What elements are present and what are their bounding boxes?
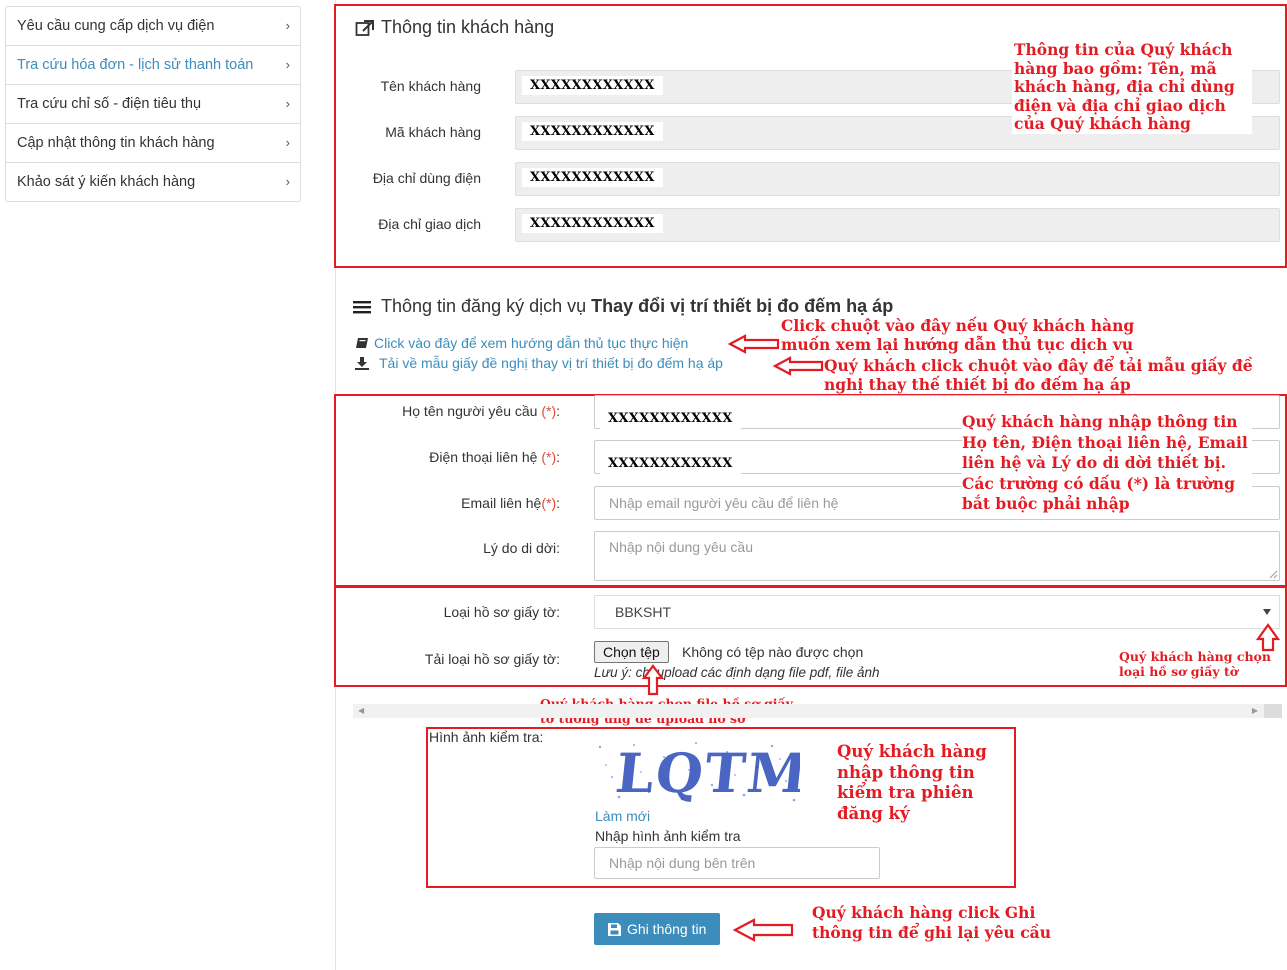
chevron-right-icon: › (285, 18, 290, 33)
captcha-image: LQTM (594, 737, 800, 806)
sidebar-item-update-info[interactable]: Cập nhật thông tin khách hàng › (6, 124, 300, 163)
transaction-address-field: XXXXXXXXXXXX (515, 208, 1280, 242)
save-annotation: Quý khách hàng click Ghi thông tin để gh… (812, 903, 1072, 943)
scrollbar-corner (1264, 704, 1282, 718)
download-icon (355, 356, 369, 370)
captcha-annotation: Quý khách hàng nhập thông tin kiểm tra p… (837, 742, 1009, 824)
customer-name-value: XXXXXXXXXXXX (522, 76, 663, 95)
sidebar-item-survey[interactable]: Khảo sát ý kiến khách hàng › (6, 163, 300, 201)
sidebar-menu: Yêu cầu cung cấp dịch vụ điện › Tra cứu h… (5, 6, 301, 202)
external-link-icon (355, 19, 374, 36)
arrow-left-icon (732, 918, 794, 942)
phone-value: XXXXXXXXXXXX (600, 446, 741, 482)
requester-name-label-text: Họ tên người yêu cầu (402, 403, 538, 419)
reason-textarea[interactable]: Nhập nội dung yêu cầu (594, 531, 1280, 581)
customer-info-header: Thông tin khách hàng (355, 17, 554, 38)
save-button[interactable]: Ghi thông tin (594, 913, 721, 945)
upload-note: Lưu ý: chỉ upload các định dạng file pdf… (594, 665, 880, 680)
document-upload-label: Tải loại hồ sơ giấy tờ: (424, 651, 560, 667)
requester-name-label: Họ tên người yêu cầu (*): (345, 403, 560, 419)
usage-address-value: XXXXXXXXXXXX (522, 168, 663, 187)
service-title-prefix: Thông tin đăng ký dịch vụ (381, 296, 587, 316)
captcha-input-label: Nhập hình ảnh kiểm tra (595, 828, 741, 844)
captcha-label: Hình ảnh kiểm tra: (429, 729, 544, 745)
sidebar-item-index-lookup[interactable]: Tra cứu chỉ số - điện tiêu thụ › (6, 85, 300, 124)
email-label: Email liên hệ(*): (345, 495, 560, 511)
horizontal-scrollbar[interactable]: ◀ ▶ (353, 704, 1282, 718)
label-colon: : (556, 449, 560, 465)
customer-code-value: XXXXXXXXXXXX (522, 122, 663, 141)
guide-link[interactable]: Click vào đây để xem hướng dẫn thủ tục t… (374, 335, 688, 351)
required-mark: (*) (541, 403, 557, 419)
sidebar-item-service-request[interactable]: Yêu cầu cung cấp dịch vụ điện › (6, 7, 300, 46)
guide-link-row: Click vào đây để xem hướng dẫn thủ tục t… (355, 335, 688, 351)
required-mark: (*) (541, 449, 557, 465)
transaction-address-value: XXXXXXXXXXXX (522, 214, 663, 233)
customer-name-label: Tên khách hàng (380, 78, 481, 94)
document-type-annotation: Quý khách hàng chọn loại hồ sơ giấy tờ (1119, 649, 1281, 679)
usage-address-label: Địa chỉ dùng điện (372, 170, 481, 186)
guide-annotation: Click chuột vào đây nếu Quý khách hàng m… (781, 316, 1181, 354)
arrow-left-icon (727, 334, 780, 354)
chevron-right-icon: › (285, 96, 290, 111)
chevron-right-icon: › (285, 57, 290, 72)
requester-name-value: XXXXXXXXXXXX (600, 401, 741, 437)
document-type-label: Loại hồ sơ giấy tờ: (443, 604, 560, 620)
choose-file-button[interactable]: Chọn tệp (594, 641, 669, 663)
floppy-disk-icon (608, 922, 621, 936)
service-title: Thông tin đăng ký dịch vụ Thay đổi vị tr… (381, 296, 893, 317)
sidebar-item-label: Khảo sát ý kiến khách hàng (17, 174, 196, 190)
document-type-select[interactable]: BBKSHT (594, 595, 1280, 629)
captcha-code: LQTM (612, 741, 800, 805)
sidebar-item-label: Cập nhật thông tin khách hàng (17, 135, 215, 151)
service-title-bold: Thay đổi vị trí thiết bị đo đếm hạ áp (591, 296, 894, 316)
phone-label: Điện thoại liên hệ (*): (345, 449, 560, 465)
required-mark: (*) (541, 495, 557, 511)
requester-form-annotation: Quý khách hàng nhập thông tin Họ tên, Đi… (962, 412, 1252, 515)
label-colon: : (556, 403, 560, 419)
sidebar-item-label: Tra cứu chỉ số - điện tiêu thụ (17, 96, 202, 112)
reason-label: Lý do di dời: (483, 540, 560, 556)
scroll-right-icon[interactable]: ▶ (1252, 706, 1258, 715)
book-icon (356, 338, 368, 348)
download-annotation: Quý khách click chuột vào đây để tải mẫu… (824, 356, 1264, 394)
sidebar-item-label: Tra cứu hóa đơn - lịch sử thanh toán (17, 57, 254, 73)
chevron-right-icon: › (285, 174, 290, 189)
no-file-text: Không có tệp nào được chọn (682, 644, 864, 660)
captcha-input[interactable]: Nhập nội dung bên trên (594, 847, 880, 879)
customer-info-annotation: Thông tin của Quý khách hàng bao gồm: Tê… (1012, 40, 1252, 134)
document-type-value: BBKSHT (615, 604, 672, 620)
service-header: Thông tin đăng ký dịch vụ Thay đổi vị tr… (353, 296, 893, 317)
download-link[interactable]: Tải về mẫu giấy đề nghị thay vị trí thiế… (379, 355, 723, 371)
customer-code-label: Mã khách hàng (385, 124, 481, 140)
captcha-refresh-link[interactable]: Làm mới (595, 808, 650, 824)
email-label-text: Email liên hệ (461, 495, 542, 511)
menu-icon (353, 300, 371, 313)
chevron-right-icon: › (285, 135, 290, 150)
customer-info-title: Thông tin khách hàng (381, 17, 555, 37)
transaction-address-label: Địa chỉ giao dịch (378, 216, 481, 232)
label-colon: : (556, 495, 560, 511)
usage-address-field: XXXXXXXXXXXX (515, 162, 1280, 196)
sidebar-item-invoice-lookup[interactable]: Tra cứu hóa đơn - lịch sử thanh toán › (6, 46, 300, 85)
download-link-row: Tải về mẫu giấy đề nghị thay vị trí thiế… (355, 355, 723, 371)
arrow-left-icon (772, 356, 824, 376)
save-button-label: Ghi thông tin (627, 921, 707, 937)
sidebar-item-label: Yêu cầu cung cấp dịch vụ điện (17, 18, 215, 34)
phone-label-text: Điện thoại liên hệ (429, 449, 538, 465)
scroll-left-icon[interactable]: ◀ (358, 706, 364, 715)
resize-handle-icon[interactable] (1268, 569, 1278, 579)
caret-down-icon (1263, 609, 1271, 615)
